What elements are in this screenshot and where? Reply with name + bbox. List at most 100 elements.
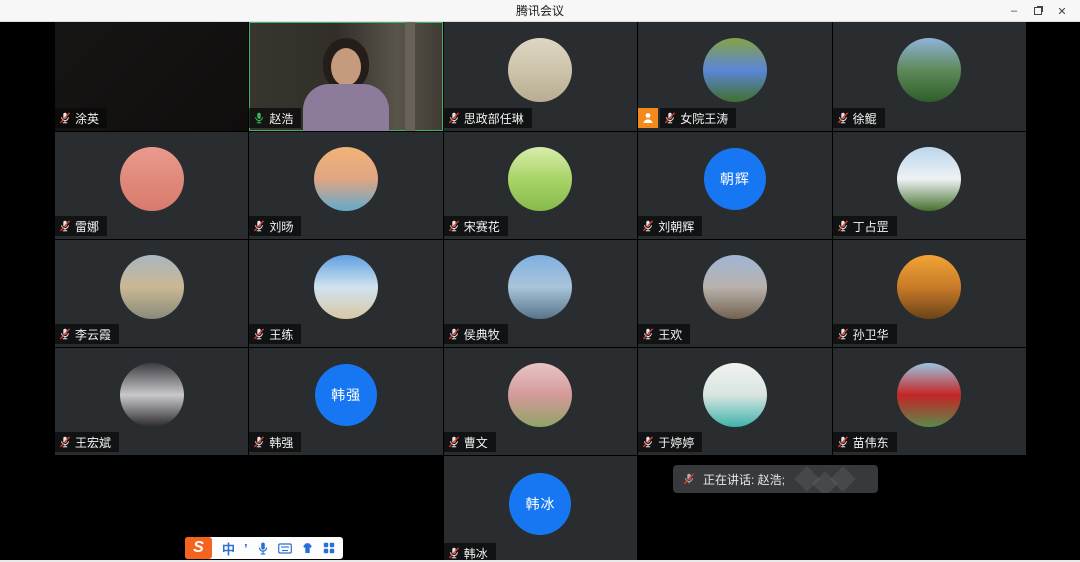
participant-tile-宋赛花[interactable]: 宋赛花 xyxy=(444,132,637,239)
mic-muted-icon xyxy=(837,220,849,232)
mic-muted-icon xyxy=(253,328,265,340)
toolbox-icon[interactable] xyxy=(323,542,335,554)
participant-nametag: 刘旸 xyxy=(249,216,301,236)
participant-name: 刘旸 xyxy=(269,218,293,235)
avatar-sunset-sea-silhouettes xyxy=(314,147,378,211)
avatar-person-in-pink-outdoors xyxy=(508,363,572,427)
participant-nametag: 韩强 xyxy=(249,432,301,452)
mic-muted-icon xyxy=(448,547,460,559)
sogou-logo-icon[interactable]: S xyxy=(185,537,212,559)
participant-name: 雷娜 xyxy=(75,218,99,235)
participant-name: 徐鲲 xyxy=(853,110,877,127)
participant-name: 韩强 xyxy=(269,434,293,451)
participant-nametag: 女院王涛 xyxy=(660,108,736,128)
mic-muted-icon xyxy=(448,112,460,124)
participant-tile-雷娜[interactable]: 雷娜 xyxy=(55,132,248,239)
participant-name: 王欢 xyxy=(658,326,682,343)
window-title: 腾讯会议 xyxy=(516,2,564,19)
mic-muted-icon xyxy=(683,473,695,485)
participant-nametag: 刘朝辉 xyxy=(638,216,702,236)
mic-muted-icon xyxy=(642,220,654,232)
participant-name: 涂英 xyxy=(75,110,99,127)
participant-name: 韩冰 xyxy=(464,545,488,562)
close-button[interactable]: ✕ xyxy=(1050,0,1074,22)
avatar-stone-tower xyxy=(120,255,184,319)
participant-tile-孙卫华[interactable]: 孙卫华 xyxy=(833,240,1026,347)
title-bar: 腾讯会议 – ✕ xyxy=(0,0,1080,22)
avatar-beach-sky xyxy=(314,255,378,319)
mic-muted-icon xyxy=(837,436,849,448)
speaking-toast: 正在讲话: 赵浩; xyxy=(673,465,878,493)
participant-name: 曹文 xyxy=(464,434,488,451)
participant-tile-丁占罡[interactable]: 丁占罡 xyxy=(833,132,1026,239)
mic-muted-icon xyxy=(448,220,460,232)
participant-name: 苗伟东 xyxy=(853,434,889,451)
participant-name: 赵浩 xyxy=(269,110,293,127)
chinese-mode-icon[interactable]: 中 xyxy=(222,539,235,558)
participant-tile-曹文[interactable]: 曹文 xyxy=(444,348,637,455)
participant-nametag: 曹文 xyxy=(444,432,496,452)
participant-nametag: 王练 xyxy=(249,324,301,344)
minimize-button[interactable]: – xyxy=(1002,0,1026,22)
participant-nametag: 王宏斌 xyxy=(55,432,119,452)
mic-muted-icon xyxy=(664,112,676,124)
window-controls: – ✕ xyxy=(1002,0,1074,22)
participant-tile-赵浩[interactable]: 赵浩 xyxy=(249,22,442,131)
participant-nametag: 思政部任琳 xyxy=(444,108,532,128)
mic-muted-icon xyxy=(59,112,71,124)
mic-muted-icon xyxy=(59,220,71,232)
video-grid: 涂英 赵浩 xyxy=(55,22,1026,562)
avatar-white-car-night xyxy=(120,363,184,427)
voice-input-icon[interactable] xyxy=(257,542,269,555)
participant-tile-刘朝辉[interactable]: 朝辉 刘朝辉 xyxy=(638,132,831,239)
participant-nametag: 孙卫华 xyxy=(833,324,897,344)
mic-on-icon xyxy=(253,112,265,124)
participant-name: 宋赛花 xyxy=(464,218,500,235)
avatar-orange-sunset-lake xyxy=(897,255,961,319)
restore-button[interactable] xyxy=(1026,0,1050,22)
participant-nametag: 雷娜 xyxy=(55,216,107,236)
participant-nametag: 苗伟东 xyxy=(833,432,897,452)
participant-name: 女院王涛 xyxy=(680,110,728,127)
participant-tile-侯典牧[interactable]: 侯典牧 xyxy=(444,240,637,347)
participant-tile-思政部任琳[interactable]: 思政部任琳 xyxy=(444,22,637,131)
mic-muted-icon xyxy=(642,328,654,340)
mic-muted-icon xyxy=(448,328,460,340)
participant-tile-刘旸[interactable]: 刘旸 xyxy=(249,132,442,239)
participant-tile-韩强[interactable]: 韩强 韩强 xyxy=(249,348,442,455)
participant-name: 于婷婷 xyxy=(658,434,694,451)
participant-nametag: 徐鲲 xyxy=(833,108,885,128)
participant-tile-徐鲲[interactable]: 徐鲲 xyxy=(833,22,1026,131)
participant-tile-涂英[interactable]: 涂英 xyxy=(55,22,248,131)
ime-toolbar: S 中 ’ xyxy=(185,537,343,559)
avatar-person-outdoors-sky xyxy=(508,255,572,319)
avatar-initials: 韩冰 xyxy=(509,473,571,535)
skin-icon[interactable] xyxy=(301,542,314,554)
participant-name: 孙卫华 xyxy=(853,326,889,343)
participant-tile-苗伟东[interactable]: 苗伟东 xyxy=(833,348,1026,455)
participant-tile-韩冰[interactable]: 韩冰 韩冰 xyxy=(444,456,637,562)
mic-muted-icon xyxy=(837,112,849,124)
participant-name: 王练 xyxy=(269,326,293,343)
participant-nametag: 宋赛花 xyxy=(444,216,508,236)
participant-tile-王欢[interactable]: 王欢 xyxy=(638,240,831,347)
watermark xyxy=(830,466,855,491)
soft-keyboard-icon[interactable] xyxy=(278,543,292,554)
participant-tile-王练[interactable]: 王练 xyxy=(249,240,442,347)
participant-nametag: 丁占罡 xyxy=(833,216,897,236)
participant-name: 侯典牧 xyxy=(464,326,500,343)
participant-nametag: 涂英 xyxy=(55,108,107,128)
participant-tile-李云霞[interactable]: 李云霞 xyxy=(55,240,248,347)
avatar-blue-flowers-green-leaves xyxy=(703,38,767,102)
avatar-mountain-valley xyxy=(897,38,961,102)
punctuation-icon[interactable]: ’ xyxy=(244,541,248,556)
avatar-red-flower-sky xyxy=(897,363,961,427)
avatar-green-plant xyxy=(508,147,572,211)
participant-tile-于婷婷[interactable]: 于婷婷 xyxy=(638,348,831,455)
participant-tile-王宏斌[interactable]: 王宏斌 xyxy=(55,348,248,455)
participant-name: 李云霞 xyxy=(75,326,111,343)
participant-tile-女院王涛[interactable]: 女院王涛 xyxy=(638,22,831,131)
participant-nametag: 侯典牧 xyxy=(444,324,508,344)
mic-muted-icon xyxy=(59,436,71,448)
host-icon xyxy=(638,108,658,128)
